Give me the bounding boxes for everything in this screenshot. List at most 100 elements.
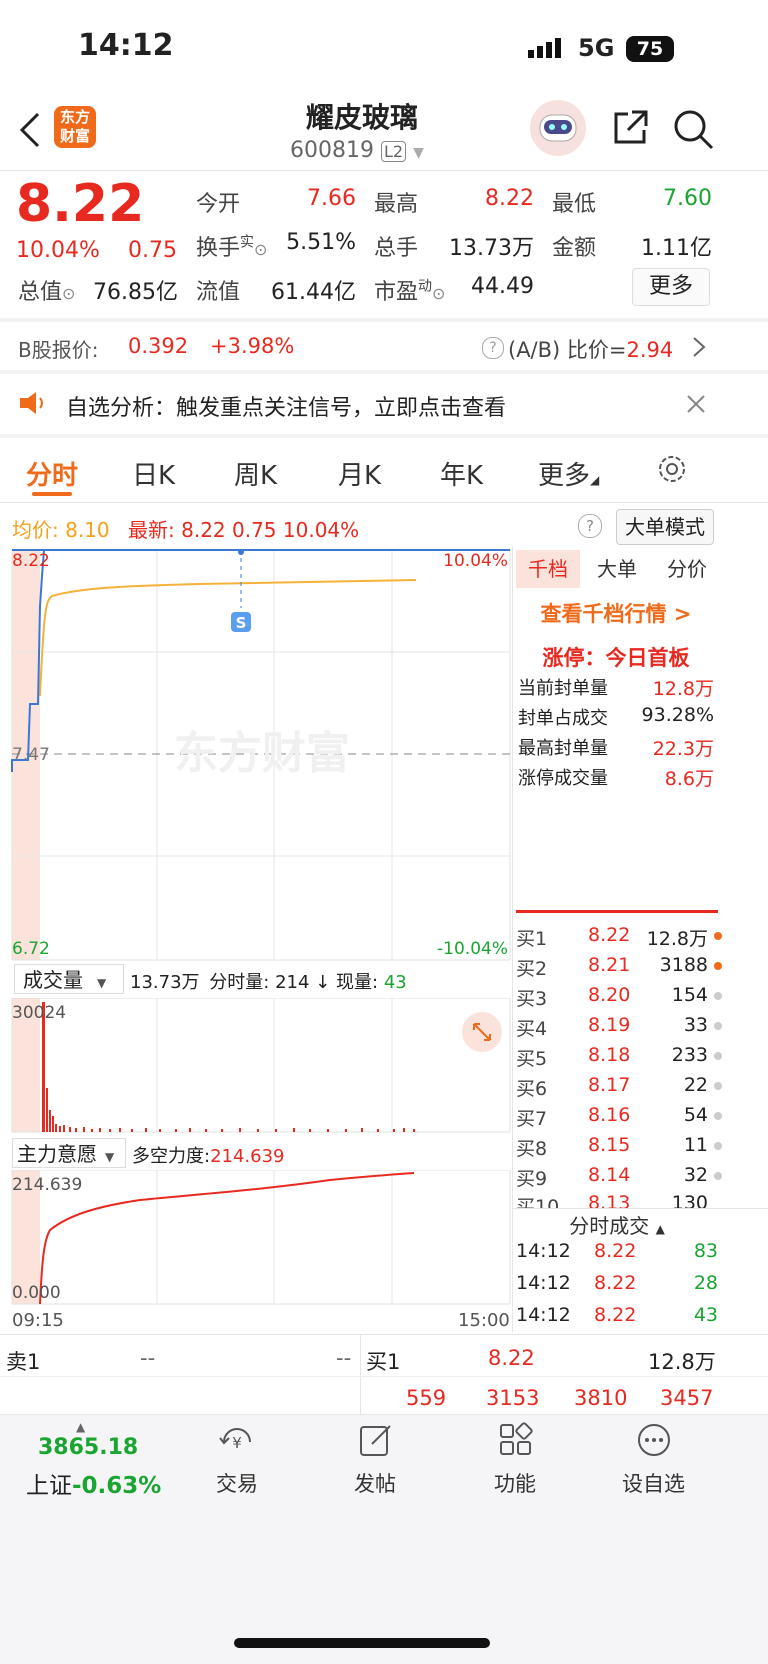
volume-now-label: 现量: <box>336 972 379 993</box>
force-line <box>39 1172 415 1305</box>
volume-label: 总手 <box>374 236 419 261</box>
ob-price: 8.18 <box>588 1044 631 1066</box>
arrow-down-icon: ↓ <box>315 972 331 993</box>
ob-dot <box>714 1082 722 1090</box>
big-order-mode-button[interactable]: 大单模式 <box>616 509 714 545</box>
change-amount: 0.75 <box>128 238 177 263</box>
ticks-title[interactable]: 分时成交 ▲ <box>516 1210 718 1239</box>
edit-post-icon[interactable] <box>358 1422 394 1462</box>
settings-gear-icon[interactable] <box>656 453 688 489</box>
price-axis-top: 8.22 <box>12 551 50 571</box>
tab-day-k[interactable]: 日K <box>132 455 175 492</box>
tick-time: 14:12 <box>516 1240 571 1262</box>
ob-dot <box>714 1052 722 1060</box>
chevron-right-icon[interactable] <box>692 336 706 362</box>
ob-vol: 54 <box>683 1104 708 1126</box>
ob-vol: 33 <box>683 1014 708 1036</box>
tab-more[interactable]: 更多◢ <box>538 455 599 492</box>
high-value: 8.22 <box>485 186 534 211</box>
bshare-price: 0.392 <box>128 334 189 358</box>
more-button[interactable]: 更多 <box>632 268 710 306</box>
latest-chg: 0.75 <box>232 518 277 542</box>
volume-axis-max: 30024 <box>12 1003 66 1023</box>
nav-trade[interactable]: 交易 <box>216 1468 258 1498</box>
orderbook-row: 买3 8.20 154 <box>516 984 722 1014</box>
side-tab-price[interactable]: 分价 <box>660 550 714 588</box>
queue-value: 3153 <box>486 1386 540 1410</box>
volume-selector[interactable]: 成交量 ▼ <box>14 964 124 994</box>
avg-label: 均价: <box>12 518 59 542</box>
orderbook-row: 买9 8.14 32 <box>516 1164 722 1194</box>
stock-code-row[interactable]: 600819 L2 ▼ <box>290 138 424 163</box>
limit-stat-value: 8.6万 <box>664 768 714 790</box>
volume-chart[interactable]: 30024 <box>0 998 512 1134</box>
index-row[interactable]: 上证-0.63% <box>26 1466 161 1500</box>
volume-selector-label: 成交量 <box>23 968 83 992</box>
pct-axis-bottom: -10.04% <box>437 939 508 959</box>
ab-ratio-label: (A/B) 比价= <box>508 338 627 362</box>
time-axis-end: 15:00 <box>458 1310 510 1331</box>
more-dots-icon[interactable] <box>636 1422 672 1462</box>
force-label: 多空力度: <box>132 1146 211 1167</box>
limit-stat-label: 最高封单量 <box>518 738 608 759</box>
robot-avatar[interactable] <box>530 100 586 156</box>
info-icon[interactable]: ⊙ <box>62 284 75 303</box>
tab-month-k[interactable]: 月K <box>338 455 381 492</box>
bottom-sell-vol: -- <box>336 1346 352 1370</box>
nav-function[interactable]: 功能 <box>494 1468 536 1498</box>
bottom-buy-price: 8.22 <box>488 1346 535 1370</box>
tab-year-k[interactable]: 年K <box>440 455 483 492</box>
ob-dot <box>714 1172 722 1180</box>
ob-price: 8.19 <box>588 1014 631 1036</box>
corner-caret-icon: ◢ <box>590 473 600 487</box>
tab-intraday[interactable]: 分时 <box>26 455 78 492</box>
ob-dot <box>714 962 722 970</box>
amount-label: 金额 <box>552 236 597 261</box>
notice-text[interactable]: 自选分析：触发重点关注信号，立即点击查看 <box>66 390 506 422</box>
high-label: 最高 <box>374 192 419 217</box>
share-icon[interactable] <box>610 108 650 148</box>
trade-icon[interactable]: ¥ <box>218 1422 256 1464</box>
volume-total: 13.73万 <box>130 972 200 993</box>
side-tab-thousand[interactable]: 千档 <box>516 550 580 588</box>
index-value[interactable]: 3865.18 <box>38 1435 138 1460</box>
orderbook-row: 买8 8.15 11 <box>516 1134 722 1164</box>
pe-label-text: 市盈 <box>374 280 419 305</box>
force-chart[interactable]: 214.639 0.000 <box>0 1170 512 1306</box>
thousand-level-link[interactable]: 查看千档行情 > <box>516 598 716 628</box>
index-name: 上证 <box>26 1473 72 1499</box>
pe-value: 44.49 <box>471 274 534 299</box>
function-grid-icon[interactable] <box>498 1422 534 1462</box>
search-icon[interactable] <box>672 108 714 150</box>
force-info: 多空力度:214.639 <box>132 1142 285 1168</box>
volume-tick: 214 <box>275 972 310 993</box>
help-icon[interactable]: ? <box>578 514 602 538</box>
nav-add-watchlist[interactable]: 设自选 <box>622 1468 685 1498</box>
mcap-label: 总值⊙ <box>18 274 75 306</box>
ob-dot <box>714 1112 722 1120</box>
nav-post[interactable]: 发帖 <box>354 1468 396 1498</box>
ob-vol: 130 <box>671 1194 708 1208</box>
ab-ratio[interactable]: (A/B) 比价=2.94 <box>508 334 673 364</box>
limit-stat-label: 当前封单量 <box>518 678 608 699</box>
price-axis-mid: 7.47 <box>12 745 50 765</box>
info-icon[interactable]: ⊙ <box>254 240 267 259</box>
tab-week-k[interactable]: 周K <box>234 455 277 492</box>
queue-value: 559 <box>406 1386 447 1410</box>
latest-label: 最新: <box>128 518 175 542</box>
index-pct: -0.63% <box>72 1473 162 1499</box>
turnover-value: 5.51% <box>286 230 356 255</box>
close-icon[interactable] <box>686 394 706 418</box>
volume-now: 43 <box>383 972 407 993</box>
side-tab-big-order[interactable]: 大单 <box>590 550 644 588</box>
ob-vol: 12.8万 <box>646 928 708 950</box>
bottom-sell-label: 卖1 <box>6 1350 41 1374</box>
force-selector[interactable]: 主力意愿 ▼ <box>12 1138 126 1168</box>
force-selector-label: 主力意愿 <box>17 1142 97 1166</box>
orderbook-row: 买1 8.22 12.8万 <box>516 924 722 954</box>
info-icon[interactable]: ⊙ <box>432 284 445 303</box>
help-icon[interactable]: ? <box>482 337 504 359</box>
force-value: 214.639 <box>210 1146 285 1167</box>
price-chart[interactable]: S 东方财富 8.22 10.04% 7.47 6.72 -10.04% <box>0 546 512 962</box>
pe-label: 市盈动⊙ <box>374 274 445 306</box>
